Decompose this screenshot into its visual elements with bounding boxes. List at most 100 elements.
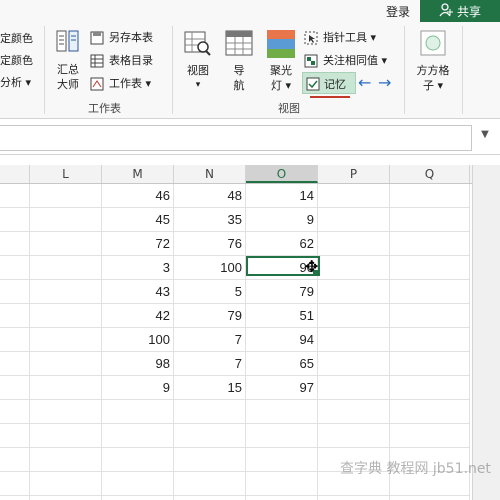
chevron-down-icon[interactable]: ▼ [478, 129, 492, 143]
column-header-M[interactable]: M [102, 165, 174, 183]
column-header-partial[interactable] [0, 165, 30, 183]
cell-N2[interactable]: 35 [174, 210, 246, 229]
worksheet-group-label: 工作表 [88, 102, 121, 115]
user-plus-icon [439, 2, 453, 20]
spotlight-button[interactable]: 聚光 灯 ▾ [264, 28, 298, 96]
square-grid-label-2: 子 ▾ [422, 79, 444, 92]
grid-row-line [0, 375, 470, 376]
cell-O9[interactable]: 97 [246, 378, 318, 397]
cell-M3[interactable]: 72 [102, 234, 174, 253]
view-label: 视图 [187, 64, 209, 77]
column-header-Q[interactable]: Q [390, 165, 470, 183]
view-dropdown-arrow: ▾ [195, 80, 201, 90]
cell-N5[interactable]: 5 [174, 282, 246, 301]
memory-icon [306, 76, 320, 91]
cell-M6[interactable]: 42 [102, 306, 174, 325]
summary-master-icon [56, 28, 80, 54]
share-label: 共享 [456, 4, 481, 19]
formula-input[interactable] [0, 125, 472, 151]
ribbon-left-item-1[interactable]: 定颜色 [0, 30, 33, 46]
ribbon-separator [462, 26, 463, 114]
cell-N9[interactable]: 15 [174, 378, 246, 397]
cell-N1[interactable]: 48 [174, 186, 246, 205]
back-arrow-icon[interactable]: ← [358, 73, 371, 92]
column-header-N[interactable]: N [174, 165, 246, 183]
cell-O3[interactable]: 62 [246, 234, 318, 253]
cell-M2[interactable]: 45 [102, 210, 174, 229]
summary-master-label-2: 大师 [57, 78, 79, 91]
cell-O6[interactable]: 51 [246, 306, 318, 325]
ribbon-separator [44, 26, 45, 114]
cell-M7[interactable]: 100 [102, 330, 174, 349]
login-link[interactable]: 登录 [386, 3, 410, 20]
cell-O5[interactable]: 79 [246, 282, 318, 301]
cell-O7[interactable]: 94 [246, 330, 318, 349]
summary-master-label-1: 汇总 [57, 63, 79, 76]
cell-N8[interactable]: 7 [174, 354, 246, 373]
cell-M8[interactable]: 98 [102, 354, 174, 373]
navigation-label-2: 航 [233, 79, 245, 92]
ribbon-left-item-3[interactable]: 分析 ▾ [0, 74, 31, 90]
table-index-icon [90, 53, 104, 68]
grid-row-line [0, 351, 470, 352]
pointer-tool-icon [304, 30, 318, 45]
worksheet-label: 工作表 ▾ [109, 77, 152, 90]
square-grid-icon [420, 30, 446, 56]
column-header-O[interactable]: O [246, 165, 318, 183]
grid-row-line [0, 447, 470, 448]
grid-row-line [0, 279, 470, 280]
navigation-label-1: 导 [233, 64, 245, 77]
ribbon-separator [404, 26, 405, 114]
column-header-row: L M N O P Q [0, 165, 480, 184]
cell-O8[interactable]: 65 [246, 354, 318, 373]
grid-row-line [0, 399, 470, 400]
follow-same-label: 关注相同值 ▾ [323, 54, 388, 67]
vertical-scrollbar[interactable] [472, 165, 500, 500]
cell-M5[interactable]: 43 [102, 282, 174, 301]
spotlight-label-1: 聚光 [270, 64, 292, 77]
ribbon-separator [172, 26, 173, 114]
share-button[interactable]: 共享 [420, 0, 500, 22]
cell-N3[interactable]: 76 [174, 234, 246, 253]
summary-master-button[interactable]: 汇总 大师 [50, 28, 86, 92]
cell-M9[interactable]: 9 [102, 378, 174, 397]
cell-N7[interactable]: 7 [174, 330, 246, 349]
column-header-P[interactable]: P [318, 165, 390, 183]
grid-row-line [0, 207, 470, 208]
square-grid-label-1: 方方格 [416, 64, 450, 77]
watermark: 查字典 教程网 jb51.net [340, 461, 491, 477]
grid-row-line [0, 303, 470, 304]
square-grid-button[interactable]: 方方格 子 ▾ [410, 28, 456, 96]
forward-arrow-icon[interactable]: → [378, 73, 391, 92]
grid-row-line [0, 423, 470, 424]
sheet-grid[interactable]: 46 48 14 45 35 9 72 76 62 3 100 90 43 5 79 42 79 51 100 7 94… [0, 184, 470, 500]
navigation-button[interactable]: 导 航 [222, 28, 256, 96]
cell-M1[interactable]: 46 [102, 186, 174, 205]
cell-M4[interactable]: 3 [102, 258, 174, 277]
save-sheet-icon [90, 30, 104, 45]
formula-bar: ▼ [0, 120, 500, 155]
view-button[interactable]: 视图 ▾ [180, 28, 216, 96]
cursor-crosshair-icon: ✥ [305, 257, 319, 276]
view-icon [184, 30, 212, 56]
grid-row-line [0, 327, 470, 328]
ribbon-left-item-2[interactable]: 定颜色 [0, 52, 33, 68]
column-header-L[interactable]: L [30, 165, 102, 183]
grid-row-line [0, 255, 470, 256]
grid-row-line [0, 231, 470, 232]
save-sheet-label: 另存本表 [109, 31, 153, 44]
worksheet-icon [90, 76, 104, 91]
memory-underline [310, 96, 350, 98]
cell-O1[interactable]: 14 [246, 186, 318, 205]
cell-N6[interactable]: 79 [174, 306, 246, 325]
view-group-label: 视图 [278, 102, 300, 115]
pointer-tool-label: 指针工具 ▾ [323, 31, 377, 44]
memory-label: 记忆 [324, 78, 346, 91]
memory-button[interactable]: 记忆 [302, 72, 356, 94]
table-index-label: 表格目录 [109, 54, 153, 67]
cell-N4[interactable]: 100 [174, 258, 246, 277]
spotlight-icon [267, 30, 295, 58]
follow-same-icon [304, 53, 318, 68]
cell-O2[interactable]: 9 [246, 210, 318, 229]
navigation-icon [225, 30, 253, 56]
